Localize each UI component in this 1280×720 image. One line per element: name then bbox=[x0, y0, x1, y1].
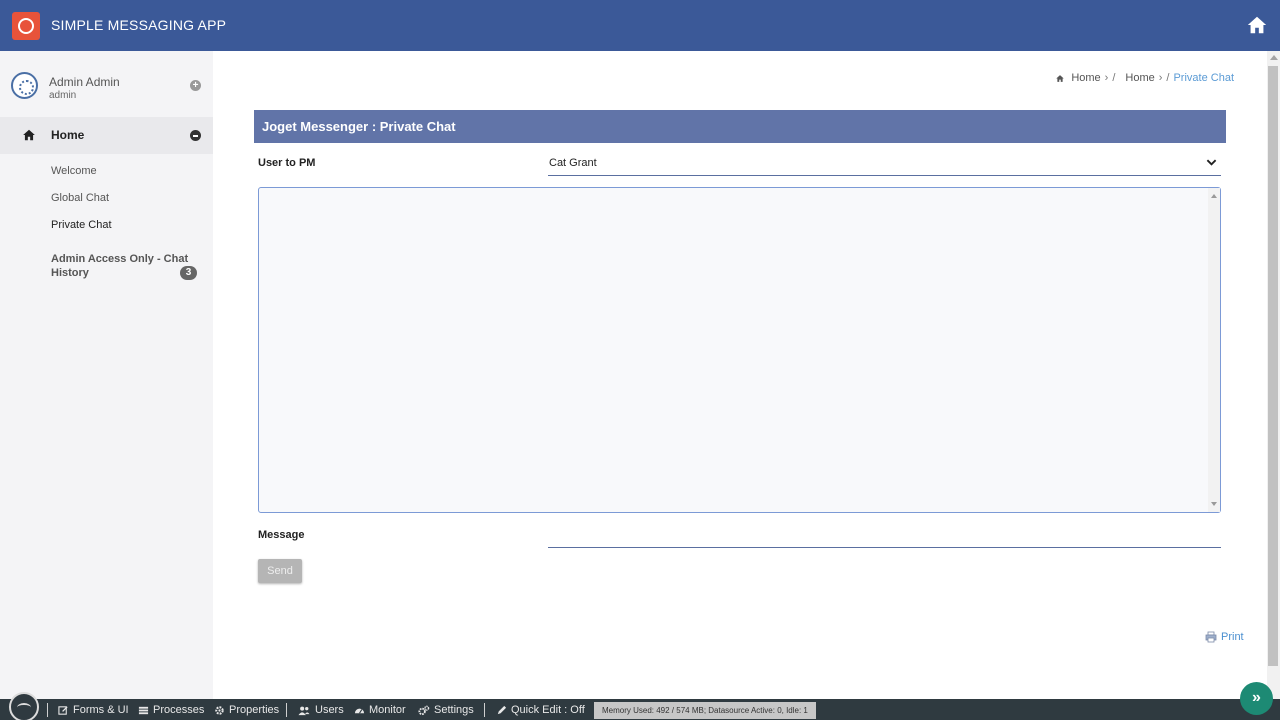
message-label: Message bbox=[258, 529, 305, 541]
breadcrumb-separator: › bbox=[1158, 72, 1163, 84]
app-title[interactable]: SIMPLE MESSAGING APP bbox=[51, 17, 226, 33]
admin-quick-edit[interactable]: Quick Edit : Off bbox=[496, 704, 585, 716]
scroll-down-icon[interactable] bbox=[1211, 502, 1217, 506]
page-scroll-up-icon[interactable] bbox=[1270, 55, 1278, 60]
user-to-pm-label: User to PM bbox=[258, 157, 316, 169]
gear-icon bbox=[215, 705, 224, 715]
top-bar: SIMPLE MESSAGING APP bbox=[0, 0, 1280, 51]
admin-settings[interactable]: Settings bbox=[417, 704, 474, 716]
profile-username: admin bbox=[49, 90, 77, 101]
expand-profile-icon[interactable]: + bbox=[190, 80, 201, 91]
list-icon bbox=[138, 706, 149, 714]
home-icon[interactable] bbox=[1246, 14, 1268, 36]
expand-panel-button[interactable]: » bbox=[1240, 682, 1273, 715]
pencil-icon bbox=[497, 705, 507, 714]
admin-properties-label: Properties bbox=[229, 704, 280, 716]
admin-forms-ui[interactable]: Forms & UI bbox=[58, 704, 129, 716]
sidebar-item-private-chat[interactable]: Private Chat bbox=[51, 219, 112, 231]
collapse-icon[interactable] bbox=[190, 130, 201, 141]
breadcrumb-home-2[interactable]: Home bbox=[1125, 72, 1154, 84]
home-icon bbox=[1056, 74, 1065, 82]
send-button[interactable]: Send bbox=[258, 559, 302, 583]
admin-settings-label: Settings bbox=[434, 704, 474, 716]
admin-users-label: Users bbox=[315, 704, 344, 716]
admin-monitor-label: Monitor bbox=[369, 704, 406, 716]
breadcrumb-home-1[interactable]: Home bbox=[1071, 72, 1100, 84]
selected-user: Cat Grant bbox=[549, 157, 597, 169]
admin-monitor[interactable]: Monitor bbox=[354, 704, 406, 716]
bar-divider bbox=[286, 703, 287, 717]
breadcrumb-slash: / bbox=[1166, 72, 1170, 84]
bar-divider bbox=[47, 703, 48, 717]
sidebar-item-global-chat[interactable]: Global Chat bbox=[51, 192, 109, 204]
chevron-down-icon bbox=[1206, 159, 1217, 166]
avatar[interactable] bbox=[11, 72, 38, 99]
message-input[interactable] bbox=[548, 526, 1221, 548]
sidebar: Admin Admin admin + Home Welcome Global … bbox=[0, 51, 213, 699]
print-label: Print bbox=[1221, 631, 1244, 643]
profile-name: Admin Admin bbox=[49, 75, 120, 89]
breadcrumb-slash: / bbox=[1112, 72, 1116, 84]
sidebar-item-chat-history[interactable]: Admin Access Only - Chat History bbox=[51, 252, 191, 280]
print-link[interactable]: Print bbox=[1205, 631, 1244, 643]
admin-properties[interactable]: Properties bbox=[214, 704, 279, 716]
page-scroll-thumb[interactable] bbox=[1268, 66, 1278, 666]
sidebar-item-welcome[interactable]: Welcome bbox=[51, 165, 97, 177]
dashboard-icon bbox=[354, 708, 365, 714]
chat-history-box[interactable] bbox=[258, 187, 1221, 513]
admin-processes[interactable]: Processes bbox=[138, 704, 204, 716]
admin-processes-label: Processes bbox=[153, 704, 205, 716]
admin-forms-ui-label: Forms & UI bbox=[73, 704, 129, 716]
users-icon bbox=[298, 706, 310, 715]
chat-scrollbar[interactable] bbox=[1208, 188, 1220, 512]
breadcrumb-separator: › bbox=[1104, 72, 1109, 84]
sidebar-item-label: Home bbox=[51, 128, 85, 142]
admin-users[interactable]: Users bbox=[297, 704, 344, 716]
gears-icon bbox=[418, 705, 430, 715]
admin-quick-edit-label: Quick Edit : Off bbox=[511, 704, 585, 716]
edit-icon bbox=[58, 705, 68, 715]
scroll-up-icon[interactable] bbox=[1211, 194, 1217, 198]
user-profile: Admin Admin admin + bbox=[0, 51, 213, 115]
breadcrumb: Home › / Home › / Private Chat bbox=[1055, 72, 1234, 84]
home-icon bbox=[23, 129, 35, 141]
bar-divider bbox=[484, 703, 485, 717]
printer-icon bbox=[1205, 631, 1217, 643]
sidebar-item-home[interactable]: Home bbox=[0, 117, 213, 154]
joget-logo-icon[interactable] bbox=[9, 692, 39, 720]
breadcrumb-current: Private Chat bbox=[1173, 72, 1234, 84]
memory-status: Memory Used: 492 / 574 MB; Datasource Ac… bbox=[594, 702, 816, 719]
app-logo-icon[interactable] bbox=[12, 12, 40, 40]
count-badge: 3 bbox=[180, 266, 197, 280]
user-to-pm-select[interactable]: Cat Grant bbox=[548, 150, 1221, 176]
panel-title: Joget Messenger : Private Chat bbox=[254, 110, 1226, 143]
